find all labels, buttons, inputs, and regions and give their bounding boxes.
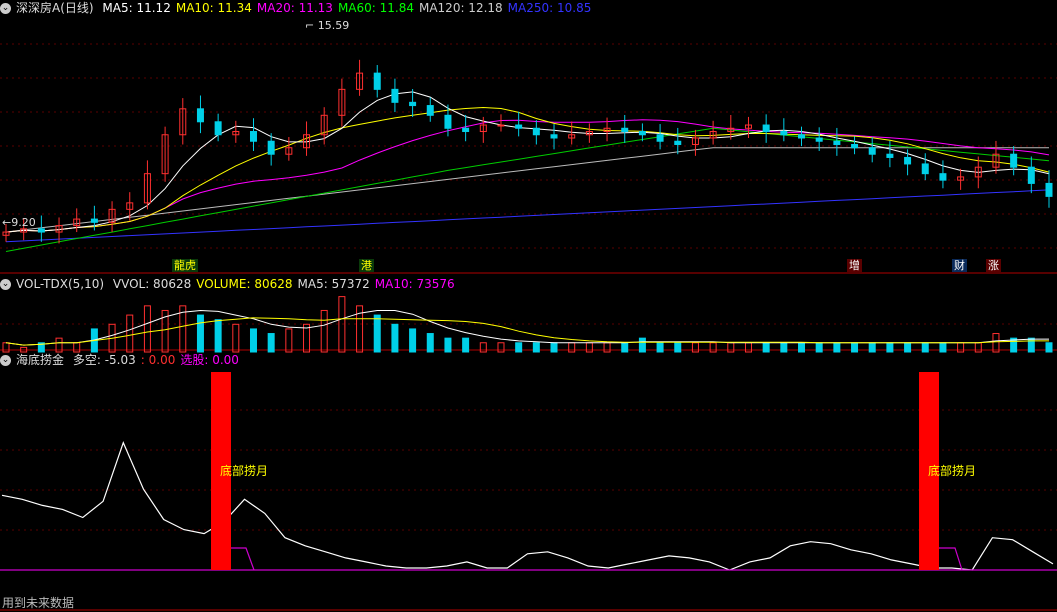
volume-bar — [373, 314, 381, 353]
volume-bar — [1045, 342, 1053, 353]
candle-body — [1027, 166, 1035, 184]
volume-bar — [515, 342, 523, 353]
candle-body — [886, 153, 894, 158]
candle-body — [939, 173, 947, 181]
long-short-line — [1, 441, 1054, 571]
candle-body — [214, 121, 222, 136]
volume-bar — [992, 333, 1000, 353]
low-price-marker: ←9.20 — [2, 216, 36, 229]
volume-bar — [426, 333, 434, 353]
volume-bar — [656, 342, 664, 353]
volume-bar — [621, 342, 629, 353]
volume-bar — [886, 342, 894, 353]
candle-body — [444, 114, 452, 129]
volume-bar — [143, 305, 151, 353]
volume-bar — [603, 342, 611, 353]
volume-bar — [196, 314, 204, 353]
event-tag[interactable]: 龍虎 — [172, 259, 198, 272]
event-tag[interactable]: 涨 — [986, 259, 1001, 272]
candle-body — [621, 127, 629, 133]
candle-body — [462, 127, 470, 133]
event-tag[interactable]: 港 — [359, 259, 374, 272]
volume-bar — [497, 342, 505, 353]
candle-body — [1045, 182, 1053, 197]
candle-body — [780, 131, 788, 136]
volume-bar — [815, 342, 823, 353]
candle-body — [656, 134, 664, 142]
volume-bar — [638, 337, 646, 353]
volume-bar — [833, 342, 841, 353]
candle-body — [868, 147, 876, 155]
volume-bar — [780, 342, 788, 353]
volume-bar — [851, 342, 859, 353]
volume-bar — [762, 342, 770, 353]
volume-bar — [126, 314, 134, 353]
volume-bar — [550, 342, 558, 353]
candle-body — [921, 163, 929, 175]
candle-body — [373, 72, 381, 90]
candle-body — [90, 218, 98, 223]
candle-body — [515, 124, 523, 129]
bottom-signal-label: 底部捞月 — [928, 464, 977, 478]
candle-body — [532, 127, 540, 136]
volume-bar — [709, 342, 717, 353]
event-tag[interactable]: 财 — [952, 259, 967, 272]
candle-body — [851, 143, 859, 149]
volume-bar — [921, 342, 929, 353]
volume-bar — [391, 323, 399, 353]
volume-bar — [249, 328, 257, 353]
volume-bar — [214, 319, 222, 353]
volume-bar — [674, 342, 682, 353]
footer-note: 用到未来数据 — [2, 596, 75, 610]
candle-body — [391, 88, 399, 103]
candle-body — [196, 108, 204, 123]
candle-body — [833, 140, 841, 145]
volume-bar — [904, 342, 912, 353]
candle-body — [638, 131, 646, 136]
volume-bar — [974, 342, 982, 353]
candle-body — [550, 134, 558, 139]
volume-bar — [2, 342, 10, 353]
event-tag[interactable]: 增 — [847, 259, 862, 272]
volume-bar — [267, 333, 275, 353]
volume-bar — [73, 342, 81, 353]
bottom-signal-label: 底部捞月 — [220, 464, 269, 478]
candle-body — [904, 156, 912, 165]
volume-bar — [868, 342, 876, 353]
candle-body — [798, 134, 806, 139]
volume-bar — [727, 342, 735, 353]
volume-bar — [409, 328, 417, 353]
volume-bar — [568, 342, 576, 353]
candle-body — [409, 101, 417, 107]
candle-body — [249, 131, 257, 142]
volume-bar — [444, 337, 452, 353]
chart-canvas[interactable] — [0, 0, 1057, 612]
stock-pick-step — [937, 547, 963, 571]
volume-bar — [320, 309, 328, 353]
candle-body — [815, 137, 823, 142]
volume-bar — [691, 342, 699, 353]
candle-body — [674, 140, 682, 145]
volume-bar — [479, 342, 487, 353]
high-price-marker: ⌐ 15.59 — [305, 19, 350, 32]
candle-body — [426, 105, 434, 116]
volume-bar — [744, 342, 752, 353]
candle-body — [37, 228, 45, 233]
volume-bar — [585, 342, 593, 353]
candle-body — [1010, 153, 1018, 168]
volume-bar — [798, 342, 806, 353]
stock-pick-step — [229, 547, 255, 571]
volume-bar — [532, 342, 540, 353]
volume-bar — [232, 323, 240, 353]
volume-bar — [957, 342, 965, 353]
volume-bar — [939, 342, 947, 353]
volume-bar — [285, 328, 293, 353]
volume-bar — [462, 337, 470, 353]
candle-body — [497, 124, 505, 127]
ma250-line — [5, 189, 1050, 243]
candle-body — [267, 140, 275, 155]
candle-body — [762, 124, 770, 133]
volume-bar — [1027, 337, 1035, 353]
